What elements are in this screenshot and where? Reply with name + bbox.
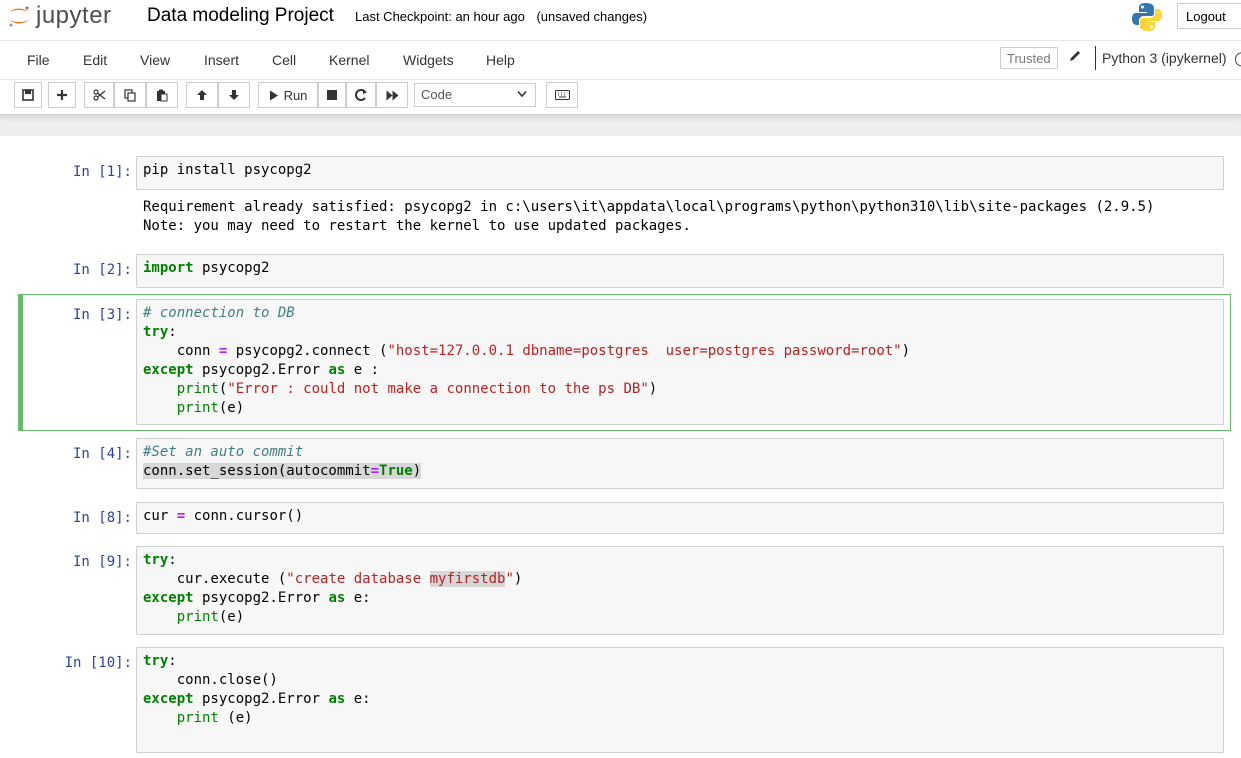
jupyter-brand: jupyter xyxy=(36,2,112,29)
paste-button[interactable] xyxy=(146,82,178,108)
arrow-up-icon xyxy=(197,90,207,100)
menu-help[interactable]: Help xyxy=(486,52,515,68)
trusted-badge[interactable]: Trusted xyxy=(1000,47,1058,69)
output-line: Requirement already satisfied: psycopg2 … xyxy=(143,199,1155,215)
checkpoint-text: Last Checkpoint: an hour ago xyxy=(355,9,525,24)
code-cell-input[interactable]: pip install psycopg2 xyxy=(136,156,1224,190)
restart-run-all-button[interactable] xyxy=(376,82,408,108)
cell-type-select[interactable]: Code xyxy=(414,83,536,107)
cell-prompt: In [2]: xyxy=(72,262,132,278)
plus-icon xyxy=(57,90,67,100)
fast-forward-icon xyxy=(386,90,398,100)
insert-cell-button[interactable] xyxy=(48,82,76,108)
kernel-indicator[interactable]: Python 3 (ipykernel) ◯ xyxy=(1095,46,1241,70)
menu-file[interactable]: File xyxy=(27,52,50,68)
code-block: #Set an auto commit conn.set_session(aut… xyxy=(143,444,422,479)
menu-edit[interactable]: Edit xyxy=(83,52,107,68)
code-block: cur = conn.cursor() xyxy=(143,508,304,524)
paste-icon xyxy=(157,89,168,101)
menu-cell[interactable]: Cell xyxy=(272,52,296,68)
code-block: try: conn.close() except psycopg2.Error … xyxy=(143,653,371,726)
chevron-down-icon xyxy=(517,90,527,98)
cell-prompt: In [1]: xyxy=(72,164,132,180)
pencil-icon[interactable] xyxy=(1068,49,1082,63)
header: jupyter Data modeling Project Last Check… xyxy=(0,0,1241,32)
python-logo-icon xyxy=(1132,3,1162,31)
checkpoint-status: Last Checkpoint: an hour ago (unsaved ch… xyxy=(355,9,655,24)
command-palette-button[interactable] xyxy=(546,82,578,108)
cell-output: Requirement already satisfied: psycopg2 … xyxy=(143,198,1154,236)
restart-kernel-button[interactable] xyxy=(346,82,376,108)
cell-prompt: In [8]: xyxy=(72,510,132,526)
logout-button[interactable]: Logout xyxy=(1177,3,1241,29)
cell-type-value: Code xyxy=(421,87,453,102)
menu-insert[interactable]: Insert xyxy=(204,52,239,68)
cut-button[interactable] xyxy=(84,82,114,108)
code-cell-input[interactable]: cur = conn.cursor() xyxy=(136,502,1224,534)
scissors-icon xyxy=(92,89,105,101)
code-line: pip install psycopg2 xyxy=(143,162,312,178)
cell-prompt: In [10]: xyxy=(64,655,132,671)
autosave-status: (unsaved changes) xyxy=(536,9,648,24)
cell-prompt: In [4]: xyxy=(72,446,132,462)
code-line: import psycopg2 xyxy=(143,260,270,276)
code-cell-input[interactable]: try: cur.execute ("create database myfir… xyxy=(136,546,1224,635)
copy-button[interactable] xyxy=(114,82,146,108)
menu-view[interactable]: View xyxy=(140,52,170,68)
save-button[interactable] xyxy=(14,82,42,108)
code-block: try: cur.execute ("create database myfir… xyxy=(143,552,523,625)
menu-kernel[interactable]: Kernel xyxy=(329,52,369,68)
notebook-container: In [1]: pip install psycopg2 Requirement… xyxy=(0,136,1241,758)
code-cell-input[interactable]: # connection to DB try: conn = psycopg2.… xyxy=(136,299,1224,425)
code-cell-input[interactable]: try: conn.close() except psycopg2.Error … xyxy=(136,647,1224,753)
play-icon xyxy=(269,90,278,100)
move-down-button[interactable] xyxy=(218,82,250,108)
kernel-name: Python 3 (ipykernel) xyxy=(1102,50,1227,66)
cell-prompt: In [9]: xyxy=(72,554,132,570)
notebook-title[interactable]: Data modeling Project xyxy=(147,5,334,27)
interrupt-button[interactable] xyxy=(318,82,346,108)
restart-icon xyxy=(355,89,367,101)
arrow-down-icon xyxy=(229,90,239,100)
output-line: Note: you may need to restart the kernel… xyxy=(143,218,691,234)
move-up-button[interactable] xyxy=(186,82,218,108)
kernel-status-icon: ◯ xyxy=(1230,50,1241,66)
code-cell-input[interactable]: import psycopg2 xyxy=(136,254,1224,288)
code-cell-input[interactable]: #Set an auto commit conn.set_session(aut… xyxy=(136,438,1224,489)
keyboard-icon xyxy=(554,90,570,100)
run-label: Run xyxy=(283,87,308,103)
cell-prompt: In [3]: xyxy=(72,307,132,323)
stop-icon xyxy=(327,90,337,100)
jupyter-logo[interactable]: jupyter xyxy=(6,2,112,30)
toolbar: Run Code xyxy=(0,80,1241,112)
copy-icon xyxy=(124,88,136,102)
notebook-shadow-band xyxy=(0,114,1241,136)
run-button[interactable]: Run xyxy=(258,82,318,108)
menu-widgets[interactable]: Widgets xyxy=(403,52,454,68)
save-icon xyxy=(22,89,34,101)
code-block: # connection to DB try: conn = psycopg2.… xyxy=(143,305,911,416)
jupyter-orbit-icon xyxy=(9,6,29,27)
